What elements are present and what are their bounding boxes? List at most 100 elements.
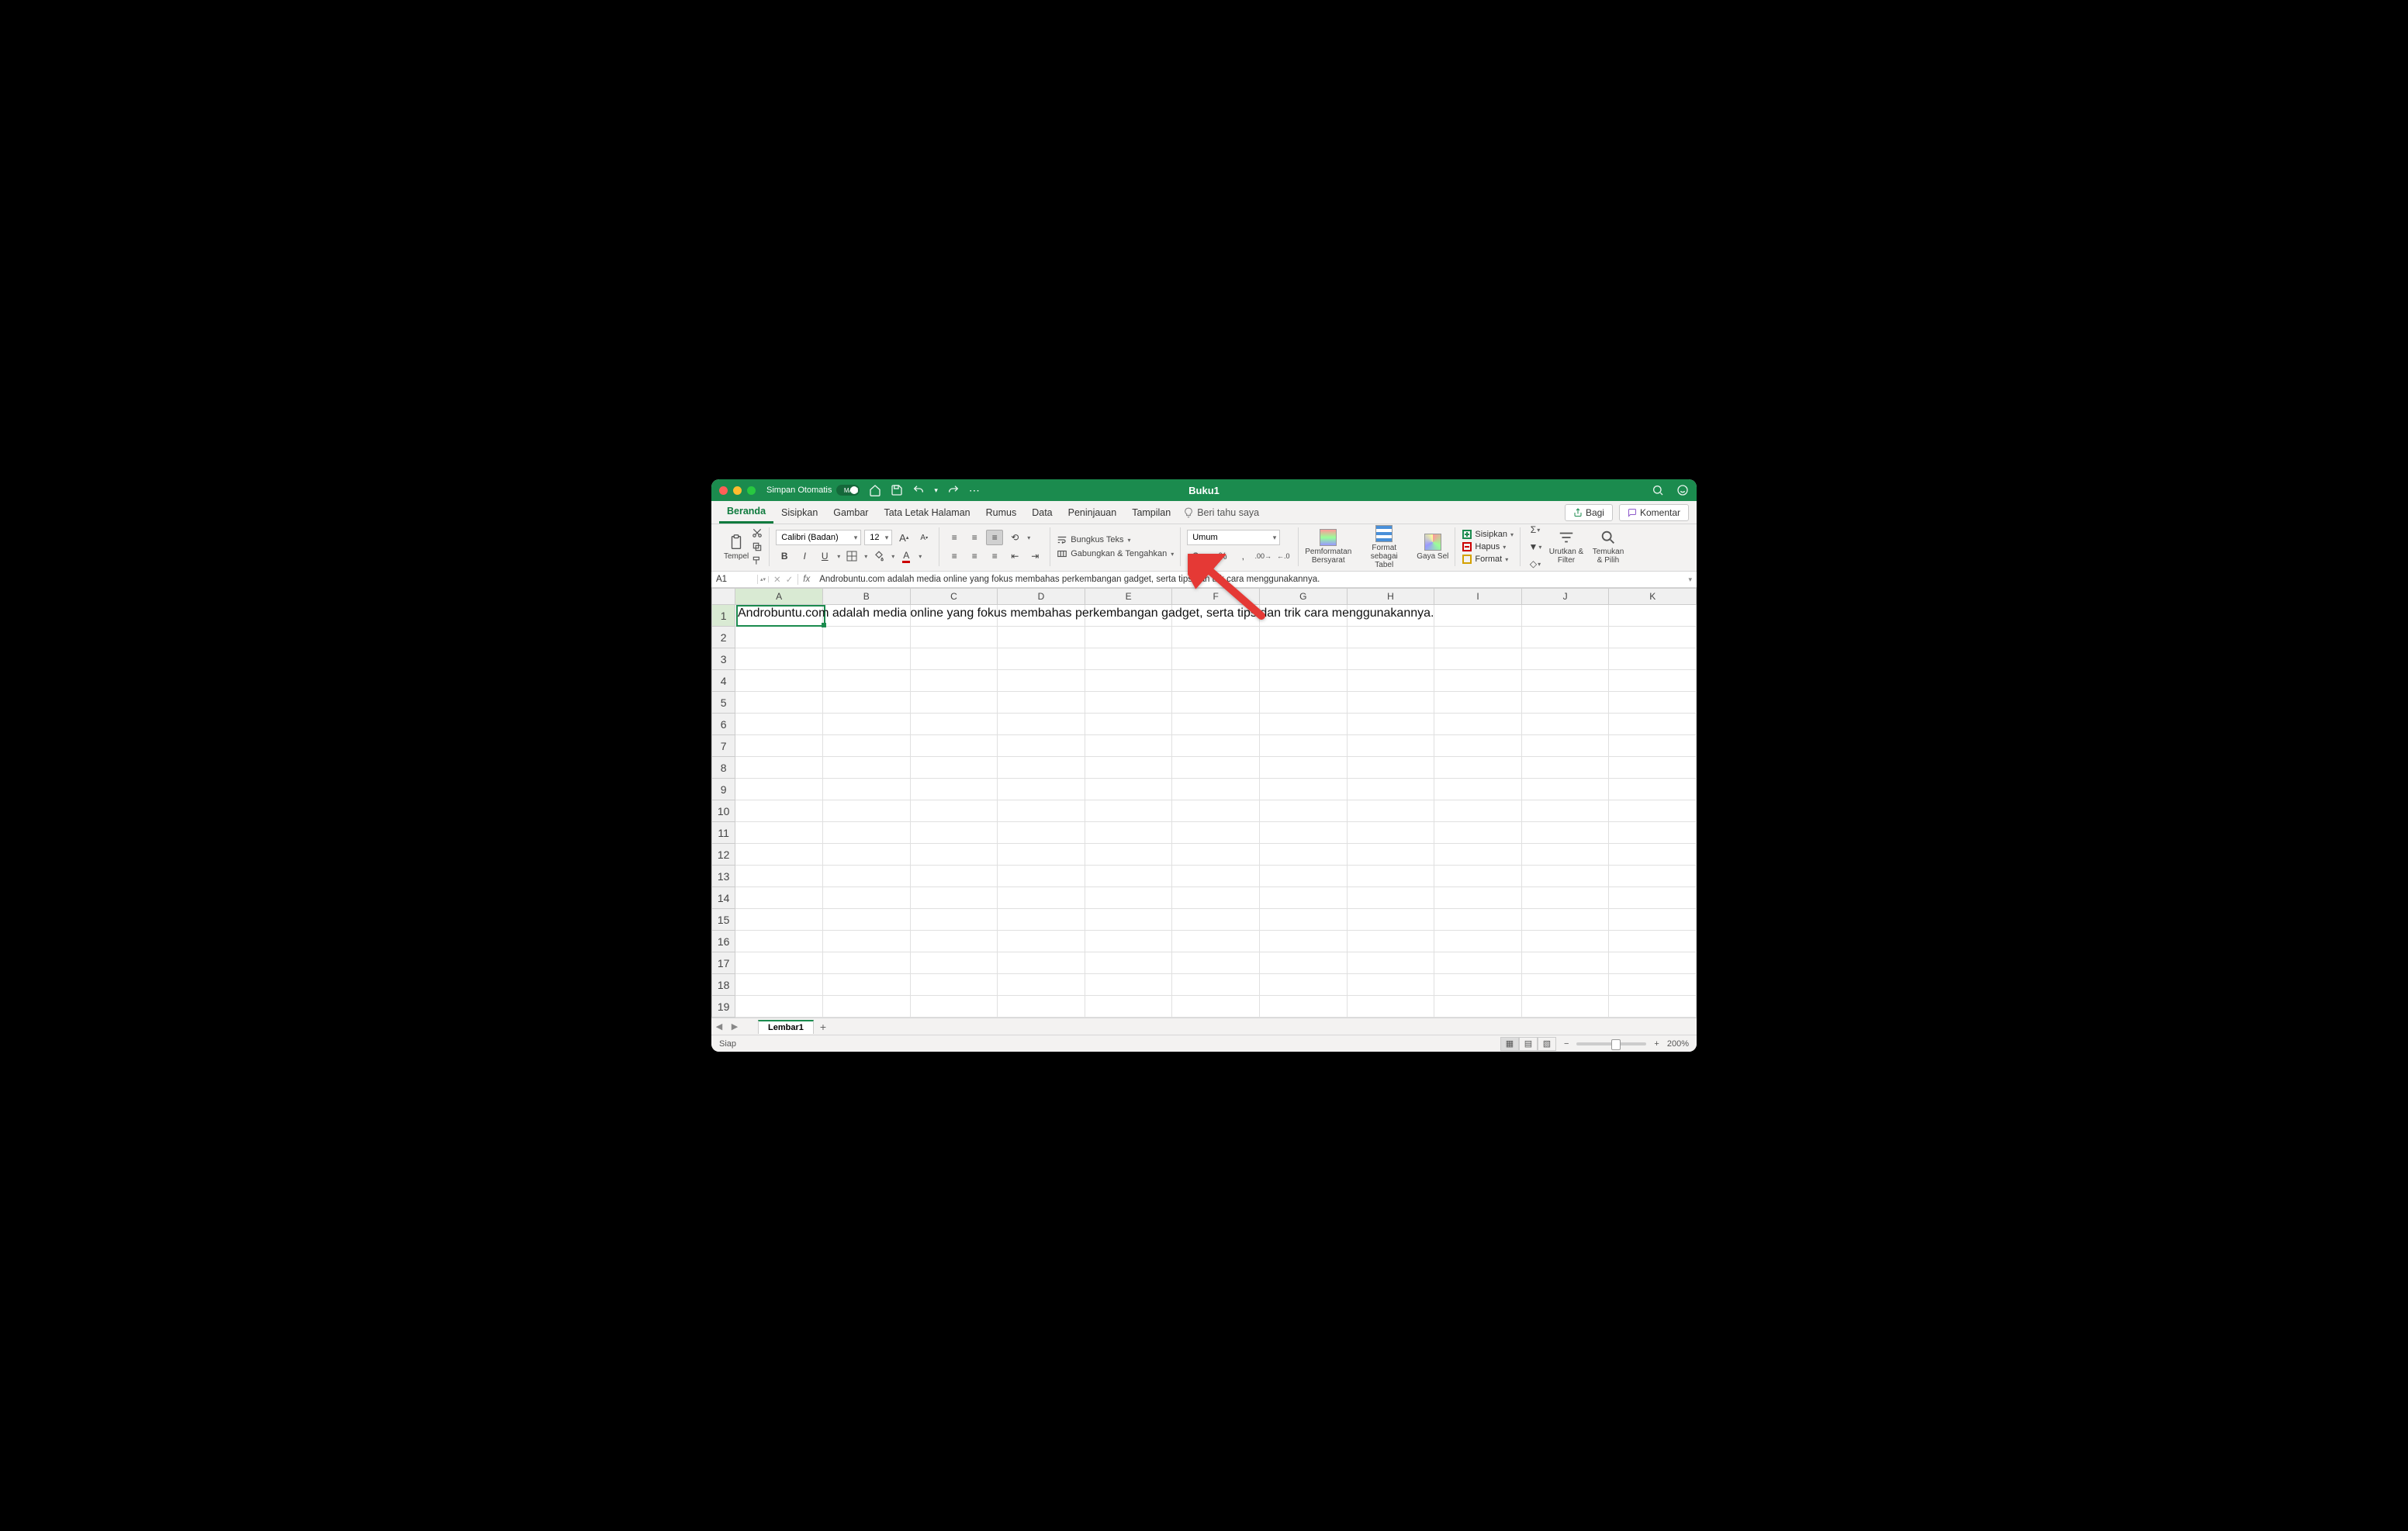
format-painter-icon[interactable] <box>752 555 763 566</box>
cell[interactable] <box>911 714 998 735</box>
cell[interactable] <box>911 931 998 952</box>
cell[interactable] <box>1260 822 1348 844</box>
column-header[interactable]: J <box>1522 588 1610 605</box>
zoom-window-icon[interactable] <box>747 486 756 495</box>
cell[interactable] <box>823 887 911 909</box>
row-header[interactable]: 5 <box>711 692 735 714</box>
cell[interactable] <box>735 952 823 974</box>
cell[interactable] <box>1348 974 1435 996</box>
cell[interactable] <box>1260 800 1348 822</box>
format-as-table-button[interactable]: Format sebagai Tabel <box>1361 525 1407 569</box>
cell[interactable] <box>1609 627 1697 648</box>
row-header[interactable]: 9 <box>711 779 735 800</box>
cell[interactable] <box>998 779 1085 800</box>
cancel-formula-icon[interactable]: ✕ <box>773 574 781 585</box>
cell[interactable] <box>1172 952 1260 974</box>
cell[interactable] <box>998 866 1085 887</box>
column-header[interactable]: E <box>1085 588 1173 605</box>
cell[interactable] <box>1609 648 1697 670</box>
cell[interactable] <box>1348 952 1435 974</box>
delete-cells-button[interactable]: Hapus▾ <box>1462 541 1514 552</box>
row-header[interactable]: 3 <box>711 648 735 670</box>
cell[interactable] <box>735 931 823 952</box>
row-header[interactable]: 4 <box>711 670 735 692</box>
row-header[interactable]: 12 <box>711 844 735 866</box>
cell[interactable] <box>1434 692 1522 714</box>
cell[interactable] <box>1348 909 1435 931</box>
align-left-icon[interactable]: ≡ <box>946 548 963 564</box>
cell[interactable] <box>1348 931 1435 952</box>
cell[interactable] <box>735 648 823 670</box>
cell[interactable] <box>1260 866 1348 887</box>
cell[interactable] <box>1434 866 1522 887</box>
cell[interactable] <box>735 735 823 757</box>
cell[interactable] <box>735 605 823 627</box>
cell[interactable] <box>1260 974 1348 996</box>
cell[interactable] <box>1522 844 1610 866</box>
cell[interactable] <box>823 844 911 866</box>
cell[interactable] <box>1609 800 1697 822</box>
cell[interactable] <box>1085 996 1173 1018</box>
add-sheet-button[interactable]: + <box>814 1021 832 1033</box>
cell[interactable] <box>823 779 911 800</box>
name-box[interactable]: A1 <box>711 575 758 584</box>
chevron-down-icon[interactable]: ▾ <box>934 486 938 495</box>
row-header[interactable]: 6 <box>711 714 735 735</box>
cell[interactable] <box>1522 822 1610 844</box>
cell[interactable] <box>1260 605 1348 627</box>
cell[interactable] <box>1085 735 1173 757</box>
cell[interactable] <box>1609 952 1697 974</box>
cell[interactable] <box>1085 800 1173 822</box>
cell[interactable] <box>1085 866 1173 887</box>
bold-button[interactable]: B <box>776 548 793 564</box>
cell[interactable] <box>911 757 998 779</box>
cell[interactable] <box>911 909 998 931</box>
column-header[interactable]: A <box>735 588 823 605</box>
cell[interactable] <box>1609 670 1697 692</box>
cell[interactable] <box>823 822 911 844</box>
row-header[interactable]: 13 <box>711 866 735 887</box>
cell[interactable] <box>1172 931 1260 952</box>
cell[interactable] <box>1434 931 1522 952</box>
cell[interactable] <box>1609 887 1697 909</box>
column-header[interactable]: C <box>911 588 998 605</box>
tab-tampilan[interactable]: Tampilan <box>1124 501 1178 524</box>
page-break-view-icon[interactable]: ▧ <box>1538 1037 1556 1051</box>
cell[interactable] <box>1085 887 1173 909</box>
enter-formula-icon[interactable]: ✓ <box>786 574 794 585</box>
decrease-decimal-icon[interactable]: ←.0 <box>1275 548 1292 564</box>
cell[interactable] <box>823 627 911 648</box>
cell[interactable] <box>823 757 911 779</box>
cell[interactable] <box>1434 627 1522 648</box>
cell[interactable] <box>823 931 911 952</box>
cell[interactable] <box>823 996 911 1018</box>
column-header[interactable]: H <box>1348 588 1435 605</box>
cell[interactable] <box>1085 627 1173 648</box>
cell[interactable] <box>1348 822 1435 844</box>
cell[interactable] <box>1522 996 1610 1018</box>
cell[interactable] <box>1609 974 1697 996</box>
cell[interactable] <box>998 952 1085 974</box>
home-icon[interactable] <box>869 484 881 496</box>
tab-tata-letak[interactable]: Tata Letak Halaman <box>876 501 977 524</box>
cell[interactable] <box>998 909 1085 931</box>
row-header[interactable]: 15 <box>711 909 735 931</box>
cut-icon[interactable] <box>752 527 763 538</box>
column-header[interactable]: K <box>1609 588 1697 605</box>
cell[interactable] <box>1172 735 1260 757</box>
search-icon[interactable] <box>1652 484 1664 496</box>
row-header[interactable]: 16 <box>711 931 735 952</box>
spreadsheet-grid[interactable]: ABCDEFGHIJK12345678910111213141516171819… <box>711 588 1697 1018</box>
cell[interactable] <box>998 714 1085 735</box>
cell[interactable] <box>1522 931 1610 952</box>
chevron-down-icon[interactable]: ▾ <box>837 553 840 560</box>
column-header[interactable]: F <box>1172 588 1260 605</box>
wrap-text-button[interactable]: Bungkus Teks ▾ <box>1057 534 1174 545</box>
cell[interactable] <box>1260 952 1348 974</box>
cell[interactable] <box>735 887 823 909</box>
number-format-combo[interactable]: Umum <box>1187 530 1280 545</box>
row-header[interactable]: 19 <box>711 996 735 1018</box>
cell[interactable] <box>998 692 1085 714</box>
cell[interactable] <box>1434 996 1522 1018</box>
cell[interactable] <box>1172 844 1260 866</box>
